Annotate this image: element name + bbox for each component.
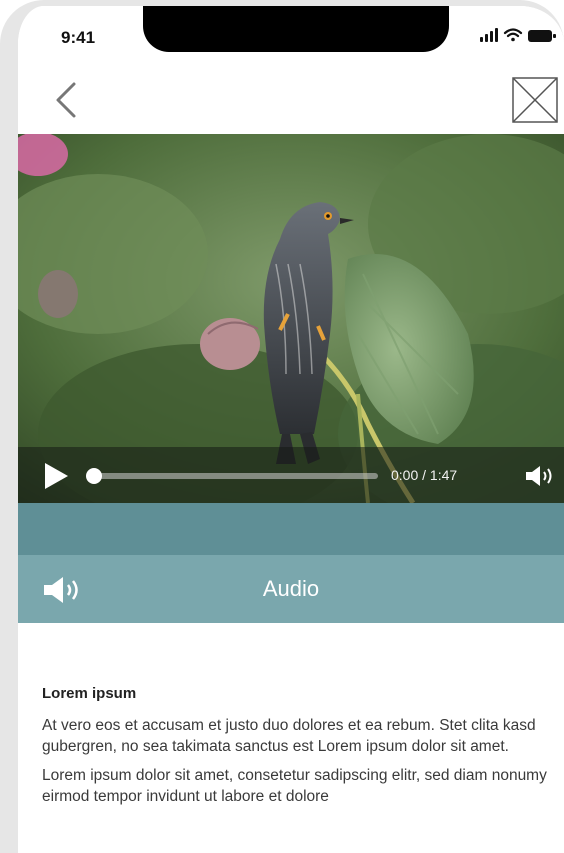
device-frame: 9:41 0:00 / 1:47 Audio Lorem ipsum At ve… — [0, 0, 564, 853]
status-bar: 9:41 — [18, 6, 564, 70]
status-icons — [472, 26, 564, 46]
progress-track[interactable] — [90, 473, 378, 479]
video-controls: 0:00 / 1:47 — [18, 447, 564, 503]
play-icon — [45, 463, 68, 489]
image-placeholder-icon[interactable] — [512, 77, 558, 123]
audio-bar[interactable]: Audio — [18, 555, 564, 623]
volume-icon[interactable] — [524, 463, 558, 489]
signal-icon — [480, 28, 498, 42]
play-button[interactable] — [42, 461, 70, 491]
wifi-icon — [503, 28, 523, 42]
article: Lorem ipsum At vero eos et accusam et ju… — [42, 685, 558, 815]
status-time: 9:41 — [61, 28, 96, 47]
time-readout: 0:00 / 1:47 — [391, 467, 458, 483]
video-player[interactable]: 0:00 / 1:47 — [18, 134, 564, 503]
progress-knob[interactable] — [86, 468, 102, 484]
screen: 9:41 0:00 / 1:47 Audio Lorem ipsum At ve… — [18, 6, 564, 853]
audio-label: Audio — [262, 576, 320, 601]
article-paragraph: At vero eos et accusam et justo duo dolo… — [42, 717, 536, 755]
notch — [143, 6, 449, 52]
battery-icon — [528, 30, 556, 42]
article-paragraph: Lorem ipsum dolor sit amet, consetetur s… — [42, 767, 547, 805]
chevron-left-icon[interactable] — [48, 78, 84, 122]
audio-header-band — [18, 503, 564, 555]
article-heading: Lorem ipsum — [42, 685, 137, 702]
